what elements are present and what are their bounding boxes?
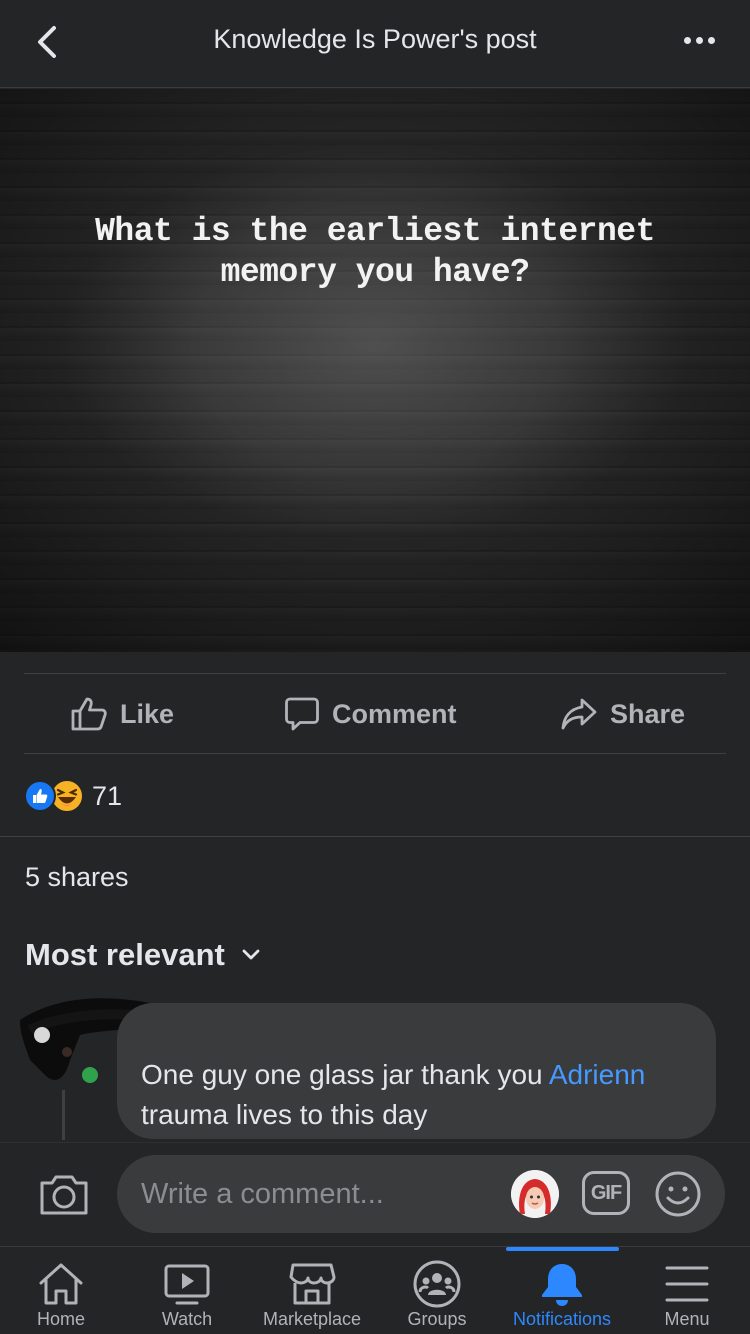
- smiley-icon: [655, 1171, 701, 1217]
- post-image[interactable]: What is the earliest internet memory you…: [0, 89, 750, 652]
- tab-label: Menu: [664, 1309, 710, 1329]
- like-reaction-icon: [24, 780, 56, 812]
- top-bar: Knowledge Is Power's post: [0, 0, 750, 88]
- tab-menu[interactable]: Menu: [648, 1247, 726, 1334]
- share-count[interactable]: 5 shares: [25, 862, 129, 893]
- comment-input[interactable]: [117, 1155, 725, 1233]
- share-arrow-icon: [561, 698, 597, 730]
- comment-button[interactable]: Comment: [284, 674, 457, 754]
- comment-text: One guy one glass jar thank you: [141, 1059, 549, 1090]
- marketplace-icon: [289, 1263, 336, 1305]
- comment-bubble[interactable]: One guy one glass jar thank you Adrienn …: [117, 1003, 716, 1139]
- post-image-text: What is the earliest internet memory you…: [95, 213, 655, 291]
- tab-label: Marketplace: [262, 1309, 362, 1329]
- online-status-dot: [78, 1063, 102, 1087]
- bottom-tab-bar: Home Watch Marketplace Groups Notificati…: [0, 1246, 750, 1334]
- like-button[interactable]: Like: [70, 674, 174, 754]
- tab-label: Groups: [407, 1309, 467, 1329]
- page-title: Knowledge Is Power's post: [213, 24, 537, 54]
- more-dot-icon: [708, 36, 715, 44]
- tab-label: Notifications: [512, 1309, 612, 1329]
- tab-marketplace[interactable]: Marketplace: [256, 1247, 368, 1334]
- gif-button[interactable]: GIF: [582, 1171, 630, 1215]
- camera-button[interactable]: [38, 1173, 90, 1222]
- camera-icon: [40, 1175, 88, 1215]
- reaction-summary[interactable]: 71: [24, 778, 122, 814]
- comment-mention-link[interactable]: Adrienn: [549, 1059, 646, 1090]
- more-dot-icon: [696, 36, 703, 44]
- share-button[interactable]: Share: [560, 674, 685, 754]
- comment-text-continued: trauma lives to this day: [141, 1099, 428, 1130]
- hamburger-icon: [665, 1266, 709, 1302]
- comment-sort-dropdown[interactable]: Most relevant: [25, 937, 261, 973]
- thumbs-up-icon: [71, 697, 107, 731]
- comment-composer: [0, 1142, 750, 1246]
- post-action-bar: Like Comment Share: [24, 673, 726, 754]
- emoji-button[interactable]: [654, 1170, 702, 1223]
- tab-home[interactable]: Home: [20, 1247, 102, 1334]
- reaction-count: 71: [92, 780, 123, 811]
- comment-label: Comment: [332, 698, 457, 729]
- avatar-icon: [511, 1170, 559, 1218]
- tab-label: Home: [36, 1309, 85, 1329]
- like-label: Like: [120, 698, 175, 729]
- tab-watch[interactable]: Watch: [146, 1247, 228, 1334]
- watch-icon: [164, 1264, 210, 1305]
- thread-line: [62, 1090, 65, 1140]
- more-options-button[interactable]: [684, 30, 720, 50]
- sort-label: Most relevant: [25, 937, 225, 972]
- tab-notifications[interactable]: Notifications: [500, 1247, 624, 1334]
- tab-label: Watch: [161, 1309, 213, 1329]
- chevron-down-icon: [242, 949, 260, 960]
- bell-icon: [542, 1264, 582, 1306]
- avatar-sticker-button[interactable]: [511, 1170, 559, 1218]
- more-dot-icon: [684, 36, 691, 44]
- tab-groups[interactable]: Groups: [396, 1247, 478, 1334]
- home-icon: [39, 1263, 83, 1305]
- divider: [0, 836, 750, 837]
- groups-icon: [413, 1260, 461, 1308]
- share-label: Share: [610, 698, 686, 729]
- comment-bubble-icon: [285, 697, 319, 731]
